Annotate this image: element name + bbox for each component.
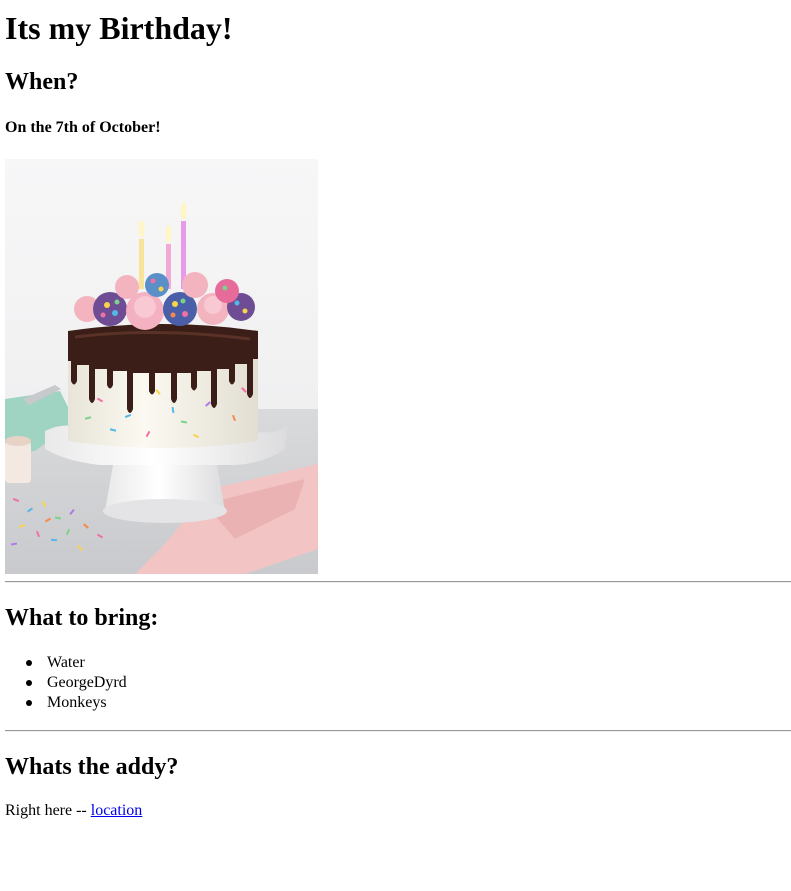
bring-list: Water GeorgeDyrd Monkeys xyxy=(5,653,127,713)
cake-illustration xyxy=(5,159,318,574)
divider-2 xyxy=(5,730,791,732)
address-prefix: Right here -- xyxy=(5,802,91,819)
list-item: Water xyxy=(26,653,127,673)
location-link[interactable]: location xyxy=(91,802,143,819)
list-item: Monkeys xyxy=(26,693,127,713)
bring-heading: What to bring: xyxy=(5,605,159,631)
list-item: GeorgeDyrd xyxy=(26,674,127,691)
page-title: Its my Birthday! xyxy=(5,10,233,46)
birthday-cake-image xyxy=(5,159,318,574)
address-line: Right here -- location xyxy=(5,801,142,821)
address-heading: Whats the addy? xyxy=(5,754,179,780)
when-heading: When? xyxy=(5,69,79,95)
divider-1 xyxy=(5,581,791,583)
date-text: On the 7th of October! xyxy=(5,119,161,136)
